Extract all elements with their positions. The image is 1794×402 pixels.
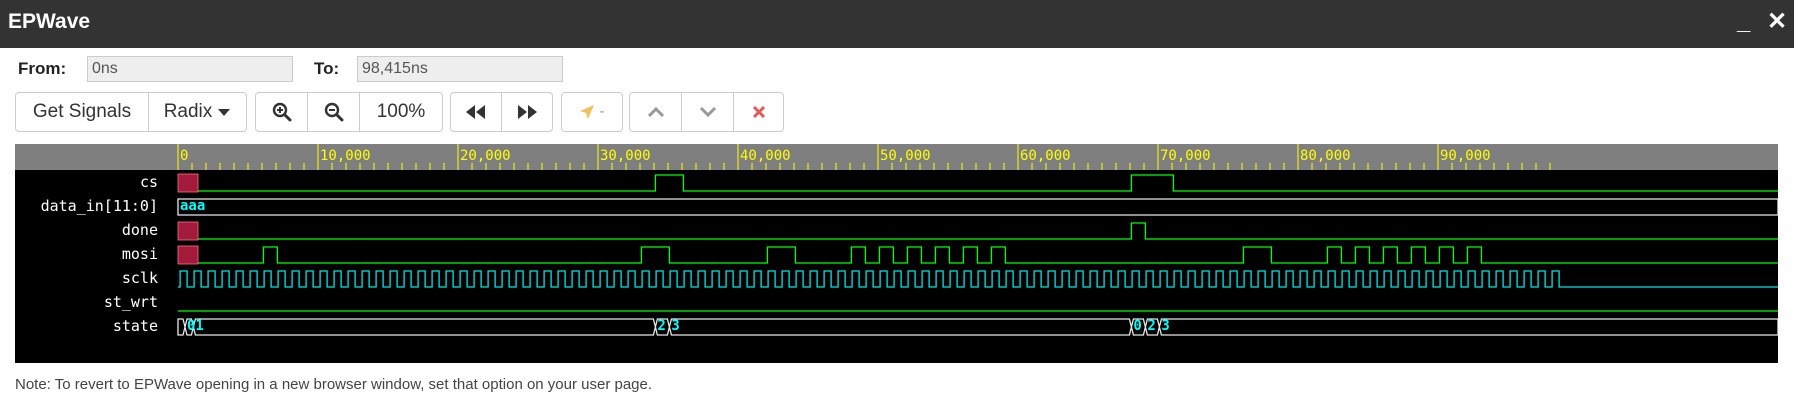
signal-name-cs[interactable]: cs bbox=[15, 173, 158, 191]
ruler-tick-label: 50,000 bbox=[880, 148, 931, 164]
cursor-marker-icon bbox=[580, 105, 595, 119]
bus-value-label: aaa bbox=[180, 198, 206, 214]
zoom-level-label: 100% bbox=[376, 101, 426, 122]
navigate-button-group bbox=[450, 92, 553, 132]
ruler-tick-label: 20,000 bbox=[460, 148, 511, 164]
ruler-tick-label: 90,000 bbox=[1440, 148, 1491, 164]
to-label: To: bbox=[314, 59, 340, 78]
waveform-sclk bbox=[178, 270, 1778, 288]
zoom-button-group: 100% bbox=[255, 92, 443, 132]
waveform-cs bbox=[178, 174, 1778, 192]
signal-name-done[interactable]: done bbox=[15, 221, 158, 239]
bus-value-label: 0 bbox=[187, 318, 196, 334]
signal-name-st-wrt[interactable]: st_wrt bbox=[15, 293, 158, 311]
footer-note: Note: To revert to EPWave opening in a n… bbox=[15, 376, 653, 393]
bus-value-label: 2 bbox=[1147, 318, 1156, 334]
bus-value-label: 0 bbox=[1133, 318, 1142, 334]
close-icon bbox=[752, 105, 765, 119]
bus-value-label: 2 bbox=[657, 318, 666, 334]
ruler-tick-label: 80,000 bbox=[1300, 148, 1351, 164]
minimize-button[interactable]: _ bbox=[1737, 8, 1750, 36]
ruler-tick-label: 40,000 bbox=[740, 148, 791, 164]
ruler-tick-label: 0 bbox=[180, 148, 189, 164]
get-signals-label: Get Signals bbox=[32, 101, 132, 122]
chevron-down-icon bbox=[699, 106, 716, 118]
close-window-button[interactable]: ✕ bbox=[1767, 8, 1787, 36]
zoom-level-button[interactable]: 100% bbox=[360, 93, 442, 131]
from-input[interactable] bbox=[87, 56, 293, 82]
radix-dropdown[interactable]: Radix bbox=[149, 93, 246, 131]
ruler-tick-label: 30,000 bbox=[600, 148, 651, 164]
waveform-state bbox=[177, 318, 1778, 336]
rewind-button[interactable] bbox=[451, 93, 502, 131]
unknown-value-marker bbox=[177, 245, 199, 265]
signal-name-data-in-11-0[interactable]: data_in[11:0] bbox=[15, 197, 158, 215]
rewind-icon bbox=[466, 105, 485, 119]
zoom-in-icon bbox=[272, 102, 291, 122]
ruler-tick-label: 70,000 bbox=[1160, 148, 1211, 164]
from-label: From: bbox=[18, 59, 67, 78]
zoom-out-button[interactable] bbox=[308, 93, 360, 131]
move-down-button[interactable] bbox=[682, 93, 734, 131]
marker-button-group: - bbox=[561, 92, 623, 132]
delete-signal-button[interactable] bbox=[734, 93, 783, 131]
signal-order-button-group bbox=[629, 92, 784, 132]
signal-name-mosi[interactable]: mosi bbox=[15, 245, 158, 263]
to-input[interactable] bbox=[357, 56, 563, 82]
ruler-tick-label: 10,000 bbox=[320, 148, 371, 164]
zoom-out-icon bbox=[324, 102, 343, 122]
fast-forward-button[interactable] bbox=[502, 93, 552, 131]
waveform-traces bbox=[177, 173, 1778, 336]
cursor-marker-button[interactable]: - bbox=[562, 93, 622, 131]
unknown-value-marker bbox=[177, 221, 199, 241]
app-title: EPWave bbox=[8, 10, 91, 33]
bus-value-label: 1 bbox=[195, 318, 204, 334]
marker-label: - bbox=[599, 103, 605, 120]
bus-value-label: 3 bbox=[671, 318, 680, 334]
zoom-in-button[interactable] bbox=[256, 93, 308, 131]
title-bar: EPWave _ ✕ bbox=[0, 0, 1794, 48]
bus-value-label: 3 bbox=[1161, 318, 1170, 334]
get-signals-button[interactable]: Get Signals bbox=[16, 93, 149, 131]
signal-name-state[interactable]: state bbox=[15, 317, 158, 335]
chevron-up-icon bbox=[647, 106, 664, 118]
waveform-mosi bbox=[178, 246, 1778, 264]
caret-down-icon bbox=[218, 109, 231, 116]
waveform-done bbox=[178, 222, 1778, 240]
signals-button-group: Get Signals Radix bbox=[15, 92, 247, 132]
time-ruler[interactable]: 0 10,000 20,000 30,000 40,000 50,000 60,000 70,… bbox=[15, 144, 1778, 170]
move-up-button[interactable] bbox=[630, 93, 682, 131]
signal-name-sclk[interactable]: sclk bbox=[15, 269, 158, 287]
waveform-data-in-11-0 bbox=[177, 198, 1778, 216]
radix-label: Radix bbox=[163, 101, 213, 122]
fast-forward-icon bbox=[518, 105, 537, 119]
ruler-tick-label: 60,000 bbox=[1020, 148, 1071, 164]
unknown-value-marker bbox=[177, 173, 199, 193]
waveform-viewer[interactable]: 0 10,000 20,000 30,000 40,000 50,000 60,000 70,… bbox=[15, 144, 1778, 363]
